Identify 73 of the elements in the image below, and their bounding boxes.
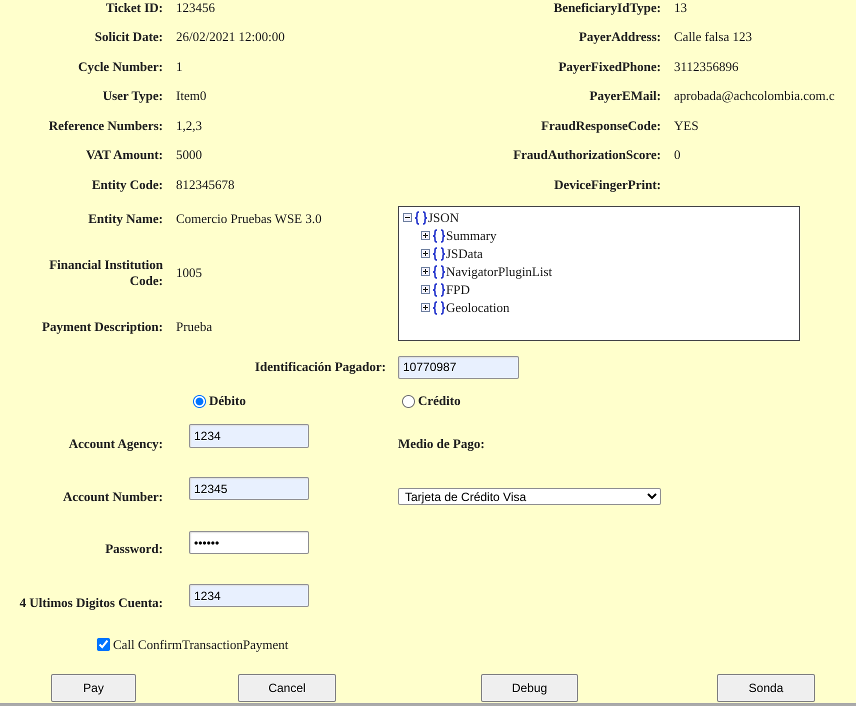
action-button[interactable]: Pay [51, 674, 136, 702]
field-value: 13 [674, 0, 687, 16]
input-field[interactable]: •••••• [189, 531, 309, 554]
input-field[interactable]: 1234 [189, 424, 309, 448]
field-value: 3112356896 [674, 58, 739, 75]
braces-icon [432, 264, 446, 278]
field-value: 5000 [176, 147, 202, 164]
field-label: Ticket ID: [104, 0, 164, 16]
field-label: Identificación Pagador: [254, 359, 387, 375]
tree-node-label[interactable]: JSON [428, 208, 460, 228]
radio-button[interactable] [193, 394, 206, 408]
field-label: Entity Name: [87, 211, 164, 227]
field-value: 812345678 [176, 176, 234, 193]
radio-label: Débito [209, 392, 246, 410]
field-value: 123456 [176, 0, 215, 16]
action-button[interactable]: Cancel [238, 674, 336, 702]
expand-icon[interactable] [421, 267, 430, 276]
field-value: 26/02/2021 12:00:00 [176, 29, 285, 46]
field-label: BeneficiaryIdType: [552, 0, 662, 16]
radio-label: Crédito [418, 392, 461, 410]
expand-icon[interactable] [421, 303, 430, 312]
field-label: Solicit Date: [94, 29, 164, 46]
payment-method-dropdown[interactable]: Tarjeta de Crédito Visa [398, 488, 661, 505]
braces-icon [414, 210, 428, 224]
expand-icon[interactable] [421, 285, 430, 294]
field-value: aprobada@achcolombia.com.c [674, 88, 835, 104]
field-label: FraudAuthorizationScore: [512, 147, 662, 164]
braces-icon [432, 246, 446, 260]
field-label: Account Number: [62, 489, 164, 505]
field-label: Password: [104, 541, 164, 557]
field-value: Prueba [176, 319, 212, 335]
checkbox-label: Call ConfirmTransactionPayment [113, 636, 288, 654]
tree-node-label[interactable]: JSData [446, 244, 483, 264]
action-button[interactable]: Debug [481, 674, 578, 702]
field-value: YES [674, 118, 699, 134]
field-label: DeviceFingerPrint: [553, 176, 662, 193]
input-field[interactable]: 1234 [189, 584, 309, 607]
field-label: Reference Numbers: [48, 118, 164, 134]
collapse-icon[interactable] [403, 213, 412, 222]
tree-node-label[interactable]: FPD [446, 280, 470, 300]
input-field[interactable]: 12345 [189, 477, 309, 500]
tree-node-label[interactable]: Summary [446, 226, 497, 246]
field-value: Calle falsa 123 [674, 29, 752, 46]
field-value: 1,2,3 [176, 118, 202, 134]
checkbox[interactable] [97, 638, 110, 651]
field-label: Financial Institution Code: [48, 257, 164, 289]
action-button[interactable]: Sonda [717, 674, 815, 702]
field-label: Payment Description: [41, 319, 164, 335]
field-value: 1 [176, 58, 182, 75]
braces-icon [432, 282, 446, 296]
field-label: PayerEMail: [588, 88, 662, 104]
field-label: PayerFixedPhone: [557, 58, 662, 75]
field-value: 0 [674, 147, 680, 164]
field-label: Account Agency: [68, 436, 164, 452]
field-value: Item0 [176, 88, 206, 104]
braces-icon [432, 300, 446, 314]
field-label: Cycle Number: [77, 58, 164, 75]
expand-icon[interactable] [421, 249, 430, 258]
field-label: 4 Ultimos Digitos Cuenta: [18, 595, 164, 611]
expand-icon[interactable] [421, 231, 430, 240]
tree-node-label[interactable]: Geolocation [446, 298, 510, 318]
field-label: Medio de Pago: [398, 436, 485, 452]
braces-icon [432, 228, 446, 242]
field-label: PayerAddress: [578, 29, 662, 46]
field-value: Comercio Pruebas WSE 3.0 [176, 211, 322, 227]
tree-node-label[interactable]: NavigatorPluginList [446, 262, 552, 282]
field-label: VAT Amount: [85, 147, 164, 164]
input-field[interactable]: 10770987 [398, 356, 519, 378]
radio-button[interactable] [402, 394, 415, 408]
field-label: Entity Code: [90, 176, 164, 193]
field-value: 1005 [176, 265, 202, 281]
field-label: FraudResponseCode: [540, 118, 662, 134]
field-label: User Type: [102, 88, 164, 104]
